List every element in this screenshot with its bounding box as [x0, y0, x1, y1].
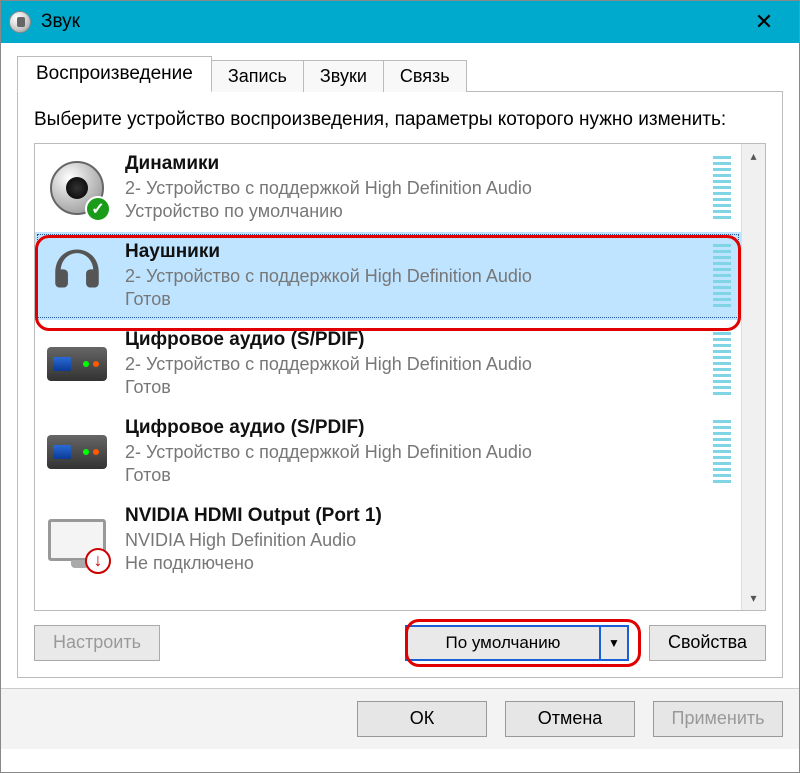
- configure-button[interactable]: Настроить: [34, 625, 160, 661]
- window-sysicon: [9, 11, 31, 33]
- speaker-icon: ✓: [41, 152, 113, 224]
- device-sub: 2- Устройство с поддержкой High Definiti…: [125, 441, 713, 464]
- tab-sounds[interactable]: Звуки: [303, 60, 384, 92]
- properties-button[interactable]: Свойства: [649, 625, 766, 661]
- apply-button[interactable]: Применить: [653, 701, 783, 737]
- headphones-icon: [41, 240, 113, 312]
- level-meter: [713, 156, 731, 220]
- device-row-speakers[interactable]: ✓ Динамики 2- Устройство с поддержкой Hi…: [35, 144, 741, 232]
- device-name: Цифровое аудио (S/PDIF): [125, 328, 713, 353]
- unplugged-badge-icon: ↓: [85, 548, 111, 574]
- scroll-down-icon[interactable]: ▾: [742, 586, 766, 610]
- level-meter: [713, 244, 731, 308]
- default-badge-icon: ✓: [85, 196, 111, 222]
- set-default-button[interactable]: По умолчанию ▼: [405, 625, 629, 661]
- tab-panel: Выберите устройство воспроизведения, пар…: [17, 91, 783, 678]
- titlebar[interactable]: Звук ✕: [1, 1, 799, 43]
- set-default-label: По умолчанию: [407, 627, 599, 659]
- dialog-button-row: ОК Отмена Применить: [1, 688, 799, 749]
- device-status: Готов: [125, 288, 713, 311]
- close-icon[interactable]: ✕: [739, 1, 789, 43]
- scroll-up-icon[interactable]: ▴: [742, 144, 766, 168]
- level-meter: [713, 420, 731, 484]
- instruction-text: Выберите устройство воспроизведения, пар…: [34, 108, 766, 133]
- device-sub: 2- Устройство с поддержкой High Definiti…: [125, 265, 713, 288]
- ok-button[interactable]: ОК: [357, 701, 487, 737]
- device-name: Наушники: [125, 240, 713, 265]
- device-list[interactable]: ✓ Динамики 2- Устройство с поддержкой Hi…: [34, 143, 766, 611]
- device-name: NVIDIA HDMI Output (Port 1): [125, 504, 735, 529]
- device-sub: 2- Устройство с поддержкой High Definiti…: [125, 353, 713, 376]
- scrollbar[interactable]: ▴ ▾: [741, 144, 765, 610]
- device-row-headphones[interactable]: Наушники 2- Устройство с поддержкой High…: [35, 232, 741, 320]
- device-name: Цифровое аудио (S/PDIF): [125, 416, 713, 441]
- device-status: Готов: [125, 464, 713, 487]
- device-row-spdif-2[interactable]: Цифровое аудио (S/PDIF) 2- Устройство с …: [35, 408, 741, 496]
- tab-communications[interactable]: Связь: [383, 60, 467, 92]
- tab-strip: Воспроизведение Запись Звуки Связь: [17, 58, 783, 92]
- device-name: Динамики: [125, 152, 713, 177]
- tab-recording[interactable]: Запись: [211, 60, 304, 92]
- device-sub: 2- Устройство с поддержкой High Definiti…: [125, 177, 713, 200]
- spdif-icon: [41, 416, 113, 488]
- monitor-icon: ↓: [41, 504, 113, 576]
- chevron-down-icon[interactable]: ▼: [599, 627, 627, 659]
- cancel-button[interactable]: Отмена: [505, 701, 635, 737]
- spdif-icon: [41, 328, 113, 400]
- level-meter: [713, 332, 731, 396]
- window-title: Звук: [41, 11, 739, 33]
- device-status: Готов: [125, 376, 713, 399]
- device-status: Устройство по умолчанию: [125, 200, 713, 223]
- device-sub: NVIDIA High Definition Audio: [125, 529, 735, 552]
- device-row-hdmi[interactable]: ↓ NVIDIA HDMI Output (Port 1) NVIDIA Hig…: [35, 496, 741, 584]
- device-status: Не подключено: [125, 552, 735, 575]
- tab-playback[interactable]: Воспроизведение: [17, 56, 212, 92]
- device-row-spdif-1[interactable]: Цифровое аудио (S/PDIF) 2- Устройство с …: [35, 320, 741, 408]
